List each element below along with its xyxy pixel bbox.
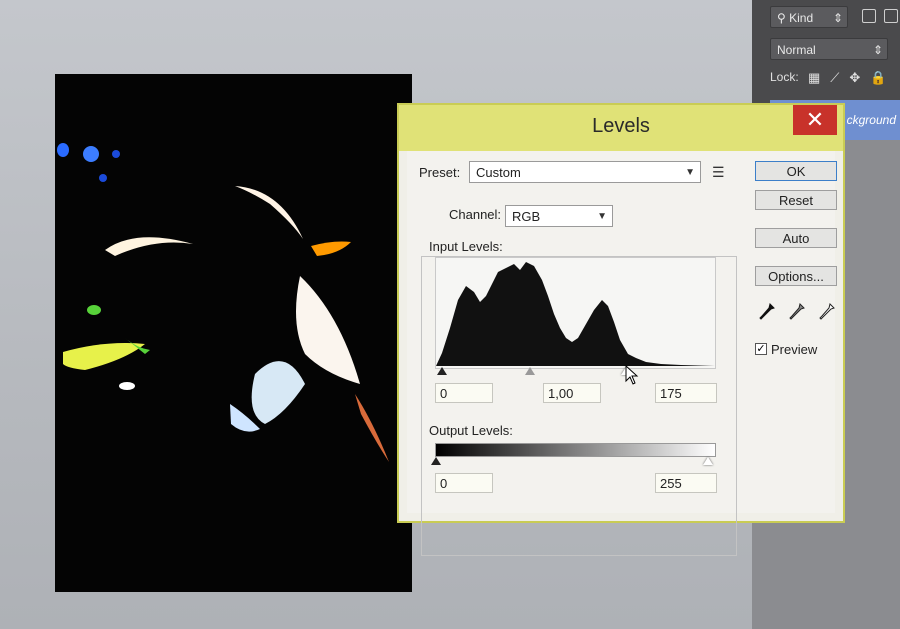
- channel-label: Channel:: [447, 207, 504, 222]
- eyedropper-gray-icon[interactable]: [789, 303, 805, 321]
- preset-select[interactable]: Custom ▼: [469, 161, 701, 183]
- preview-checkbox[interactable]: ✓: [755, 343, 767, 355]
- blend-mode-select[interactable]: Normal ⇕: [770, 38, 888, 60]
- eyedropper-black-icon[interactable]: [759, 303, 775, 321]
- output-gradient-bar: [435, 443, 716, 457]
- output-black-slider[interactable]: [431, 457, 441, 465]
- input-black-slider[interactable]: [437, 367, 447, 375]
- list-menu-icon[interactable]: ☰: [712, 164, 725, 181]
- image-content: [57, 143, 389, 462]
- input-gamma-slider[interactable]: [525, 367, 535, 375]
- auto-button[interactable]: Auto: [755, 228, 837, 248]
- lock-icons: ▦ ⟋ ✥ 🔒: [808, 70, 887, 86]
- preset-value: Custom: [476, 165, 521, 180]
- ok-button[interactable]: OK: [755, 161, 837, 181]
- output-white-slider[interactable]: [703, 457, 713, 465]
- filter-kind-select[interactable]: ⚲ Kind ⇕: [770, 6, 848, 28]
- input-white-field[interactable]: 175: [655, 383, 717, 403]
- chevron-down-icon: ▼: [597, 211, 607, 222]
- stepper-icon: ⇕: [832, 11, 843, 25]
- adjustment-filter-icon[interactable]: [884, 9, 898, 23]
- eyedropper-white-icon[interactable]: [819, 303, 835, 321]
- chevron-down-icon: ▼: [685, 167, 695, 178]
- channel-value: RGB: [512, 209, 541, 224]
- input-black-field[interactable]: 0: [435, 383, 493, 403]
- close-button[interactable]: ✕: [793, 105, 837, 135]
- lock-label: Lock:: [770, 70, 799, 84]
- input-levels-label: Input Levels:: [429, 239, 503, 254]
- output-white-field[interactable]: 255: [655, 473, 717, 493]
- filter-kind-label: Kind: [789, 11, 814, 25]
- pixel-filter-icon[interactable]: [862, 9, 876, 23]
- reset-button[interactable]: Reset: [755, 190, 837, 210]
- stepper-icon: ⇕: [872, 43, 883, 57]
- output-levels-label: Output Levels:: [429, 423, 513, 438]
- levels-dialog: Levels ✕ Preset: Custom ▼ ☰ Channel: RGB…: [397, 103, 845, 556]
- input-gamma-field[interactable]: 1,00: [543, 383, 601, 403]
- mouse-cursor-icon: [625, 364, 639, 390]
- document-image: [55, 74, 412, 592]
- close-icon: ✕: [805, 107, 825, 132]
- lock-transparent-icon[interactable]: ▦: [808, 70, 820, 86]
- options-button[interactable]: Options...: [755, 266, 837, 286]
- lock-brush-icon[interactable]: ⟋: [830, 70, 839, 86]
- blend-mode-label: Normal: [777, 43, 816, 57]
- search-icon: ⚲: [777, 11, 790, 25]
- dialog-title: Levels: [592, 115, 650, 137]
- channel-select[interactable]: RGB ▼: [505, 205, 613, 227]
- output-black-field[interactable]: 0: [435, 473, 493, 493]
- lock-move-icon[interactable]: ✥: [849, 70, 860, 86]
- dialog-body: Preset: Custom ▼ ☰ Channel: RGB ▼ Input …: [407, 151, 837, 556]
- lock-all-icon[interactable]: 🔒: [870, 70, 886, 86]
- preview-label: Preview: [771, 342, 818, 357]
- histogram: [435, 257, 716, 369]
- histogram-graph: [436, 262, 715, 366]
- preset-label: Preset:: [419, 165, 461, 180]
